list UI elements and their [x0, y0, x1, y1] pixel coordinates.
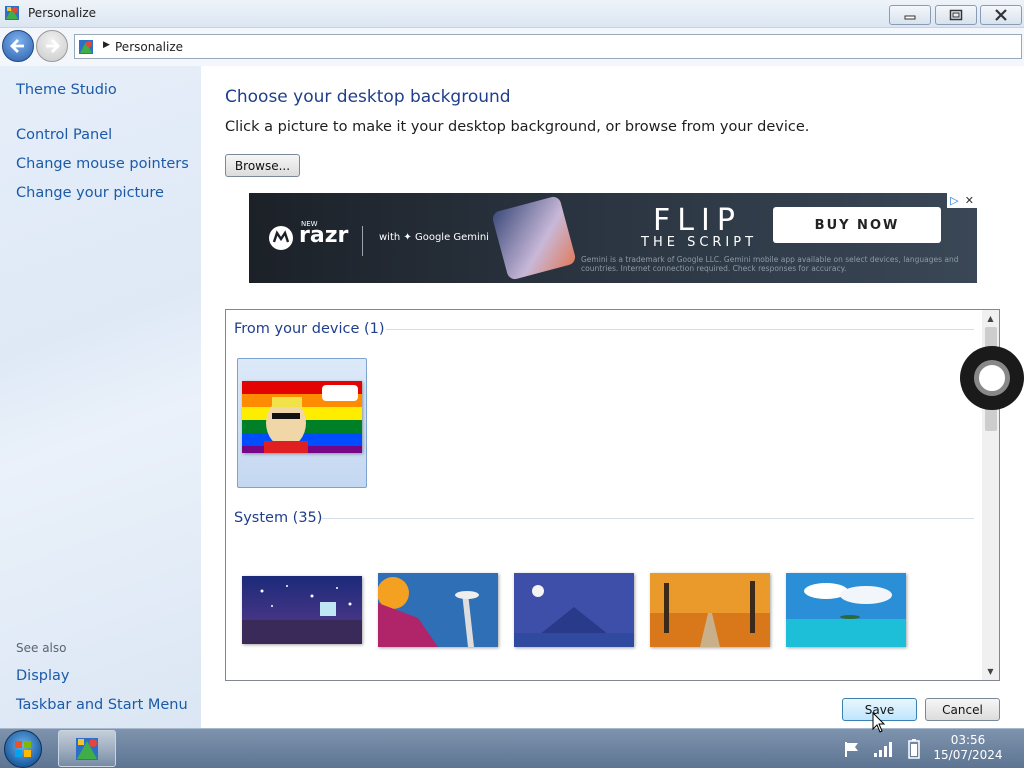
address-bar: ▶ Personalize — [0, 28, 1024, 66]
ad-gemini-text: with ✦ Google Gemini — [379, 232, 489, 243]
floating-assistive-button-icon[interactable] — [960, 346, 1024, 410]
thumbnail-system-3[interactable] — [514, 573, 634, 647]
taskbar: 03:56 15/07/2024 — [0, 728, 1024, 768]
breadcrumb-personalize[interactable]: Personalize — [115, 40, 183, 54]
group-divider — [386, 329, 974, 330]
left-task-pane: Theme Studio Control Panel Change mouse … — [0, 66, 201, 728]
battery-icon[interactable] — [904, 739, 924, 759]
display-link[interactable]: Display — [16, 668, 69, 684]
back-arrow-icon — [10, 39, 24, 53]
scroll-down-arrow-icon[interactable]: ▼ — [982, 663, 999, 680]
minimize-button[interactable] — [889, 5, 931, 25]
address-box[interactable]: ▶ Personalize — [74, 34, 1022, 59]
thumbnail-system-1[interactable] — [242, 576, 362, 644]
title-bar: Personalize — [0, 0, 1024, 28]
motorola-logo-icon — [269, 226, 293, 250]
theme-studio-link[interactable]: Theme Studio — [16, 82, 117, 98]
cancel-button[interactable]: Cancel — [925, 698, 1000, 721]
ad-brand: razr — [299, 223, 349, 248]
thumbnail-image-custom — [242, 381, 362, 453]
window-title: Personalize — [28, 6, 97, 20]
picture-list[interactable]: From your device (1) System (35) ▲ ▼ — [225, 309, 1000, 681]
forward-button[interactable] — [36, 30, 68, 62]
ad-banner[interactable]: NEW razr with ✦ Google Gemini FLIP THE S… — [249, 193, 977, 283]
ad-fine-print: Gemini is a trademark of Google LLC. Gem… — [581, 255, 959, 273]
system-clock[interactable]: 03:56 15/07/2024 — [930, 733, 1006, 763]
page-heading: Choose your desktop background — [225, 87, 511, 107]
personalize-taskbar-icon — [76, 737, 98, 760]
change-mouse-pointers-link[interactable]: Change mouse pointers — [16, 156, 189, 172]
scroll-up-arrow-icon[interactable]: ▲ — [982, 310, 999, 327]
change-your-picture-link[interactable]: Change your picture — [16, 185, 164, 201]
ad-headline: FLIP — [653, 203, 742, 238]
ad-choices-icon[interactable]: ▷ ✕ — [947, 193, 977, 208]
action-center-flag-icon[interactable] — [842, 739, 862, 759]
taskbar-and-start-menu-link[interactable]: Taskbar and Start Menu — [16, 697, 188, 713]
clock-time: 03:56 — [950, 733, 986, 747]
page-description: Click a picture to make it your desktop … — [225, 119, 810, 135]
windows-logo-icon — [15, 741, 31, 757]
personalize-app-icon — [5, 6, 19, 20]
personalize-location-icon — [79, 40, 93, 54]
thumbnail-system-2[interactable] — [378, 573, 498, 647]
group-header-system[interactable]: System (35) — [234, 510, 322, 526]
back-button[interactable] — [2, 30, 34, 62]
mouse-cursor-icon — [872, 712, 886, 733]
control-panel-link[interactable]: Control Panel — [16, 127, 112, 143]
selected-thumbnail[interactable] — [237, 358, 367, 488]
group-divider — [322, 518, 974, 519]
ad-phone-image — [491, 195, 577, 281]
maximize-button[interactable] — [935, 5, 977, 25]
start-button[interactable] — [4, 730, 42, 768]
close-icon — [995, 9, 1007, 21]
restore-icon — [949, 9, 963, 21]
ad-buy-now-button[interactable]: BUY NOW — [773, 207, 941, 243]
ad-subheadline: THE SCRIPT — [641, 235, 758, 250]
network-signal-icon[interactable] — [873, 739, 893, 759]
clock-date: 15/07/2024 — [933, 748, 1003, 762]
minimize-icon — [904, 15, 916, 20]
thumbnail-system-4[interactable] — [650, 573, 770, 647]
browse-button[interactable]: Browse... — [225, 154, 300, 177]
thumbnail-system-5[interactable] — [786, 573, 906, 647]
main-content: Choose your desktop background Click a p… — [201, 66, 1024, 728]
taskbar-personalize-button[interactable] — [58, 730, 116, 767]
breadcrumb-arrow-icon[interactable]: ▶ — [103, 40, 110, 50]
close-button[interactable] — [980, 5, 1022, 25]
see-also-label: See also — [16, 641, 67, 655]
forward-arrow-icon — [46, 39, 60, 53]
group-header-from-device[interactable]: From your device (1) — [234, 321, 385, 337]
ad-divider — [362, 226, 363, 256]
